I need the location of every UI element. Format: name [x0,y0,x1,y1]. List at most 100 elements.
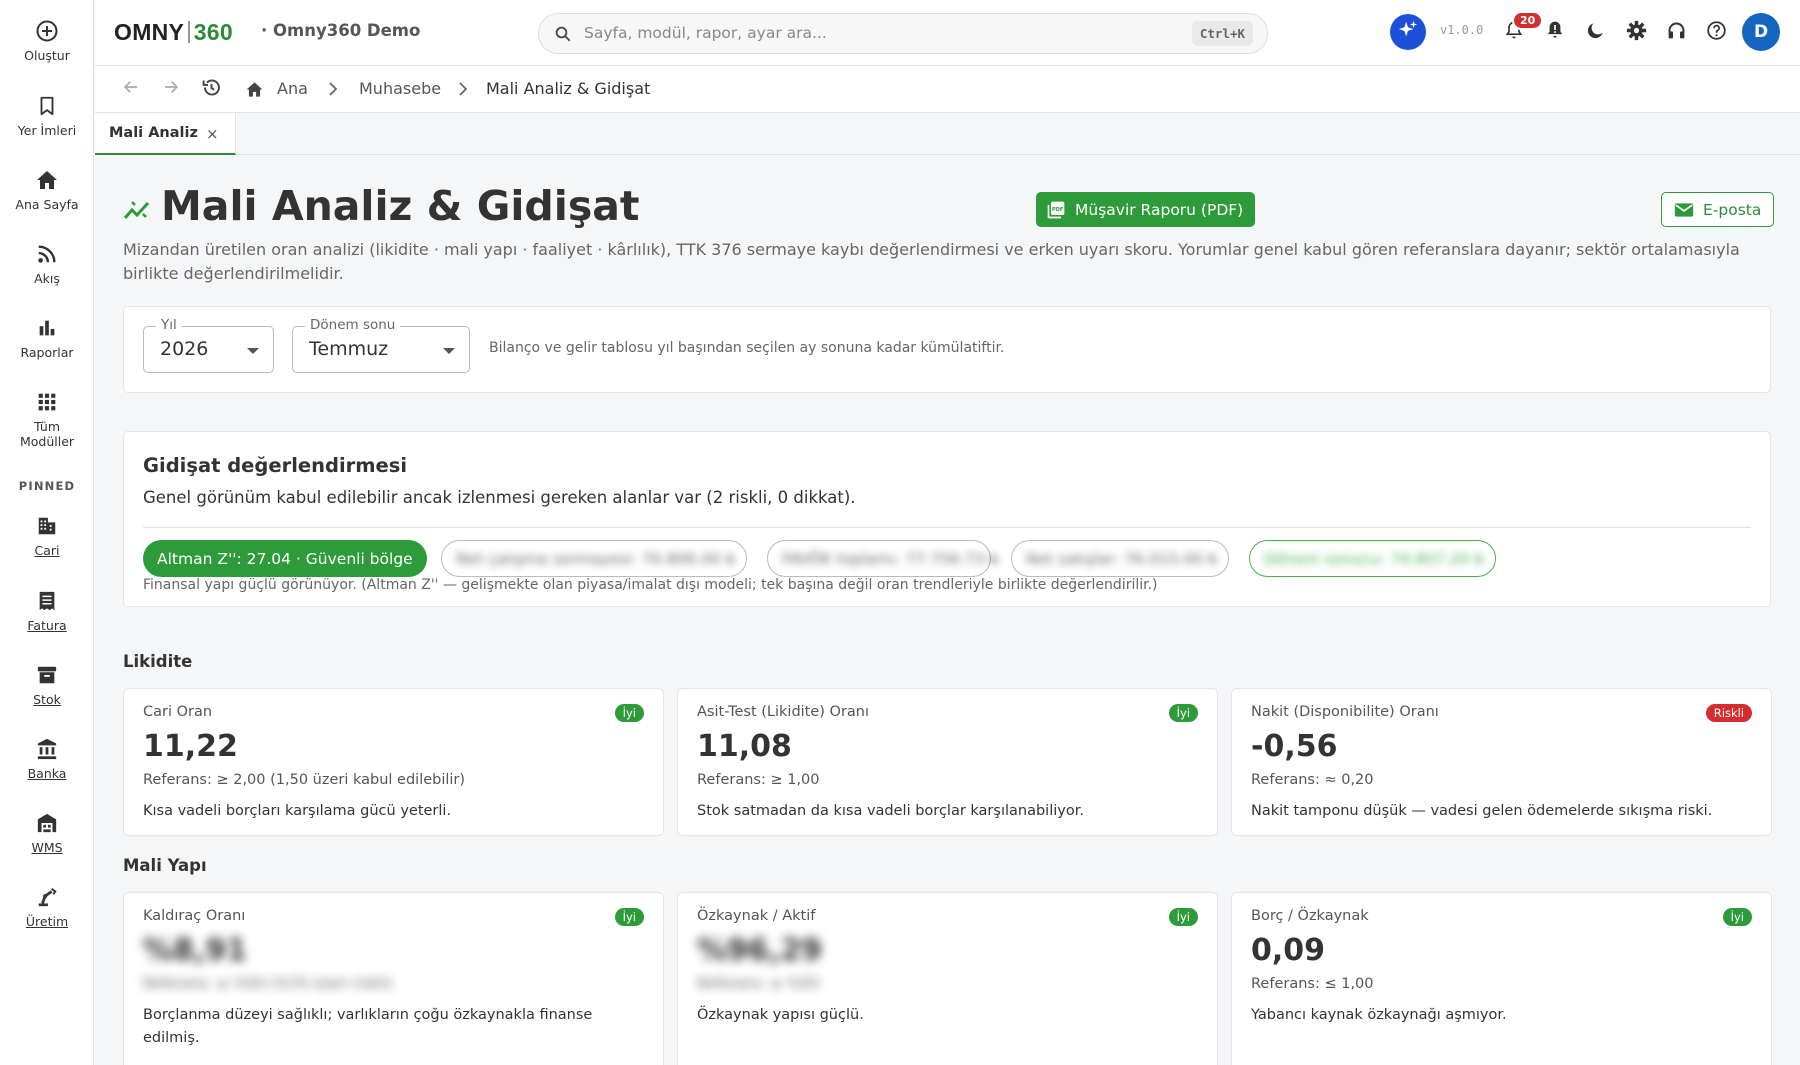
rail-item-create[interactable]: Oluştur [0,18,94,63]
ebitda-chip: FAVÖK toplamı: 77.756.73 ₺ [767,540,999,577]
rail-item-all-modules[interactable]: Tüm Modüller [0,389,94,449]
period-result-chip: Dönem sonucu: 74.807.20 ₺ [1249,540,1496,577]
help-button[interactable] [1704,20,1728,44]
forward-button[interactable] [160,78,182,100]
history-button[interactable] [200,78,222,100]
filter-note: Bilanço ve gelir tablosu yıl başından se… [489,340,1005,356]
bar-chart-icon [34,315,60,341]
close-icon[interactable]: × [206,125,219,143]
robot-arm-icon [34,884,60,910]
metric-reference: Referans: ≥ 1,00 [697,772,820,788]
email-button[interactable]: E-posta [1661,192,1775,227]
pdf-button-label: Müşavir Raporu (PDF) [1075,200,1244,219]
notification-count-badge: 20 [1512,11,1544,30]
tab-strip: Mali Analiz × [95,113,1800,155]
page-subtitle: Mizandan üretilen oran analizi (likidite… [123,240,1740,283]
rail-pinned-wms[interactable]: WMS [0,810,94,855]
metric-value: %8,91 [143,933,248,968]
rail-pinned-cari[interactable]: Cari [0,513,94,558]
status-badge: İyi [1168,704,1198,722]
breadcrumb-accounting[interactable]: Muhasebe [359,79,441,98]
back-button[interactable] [120,78,142,100]
assessment-card: Gidişat değerlendirmesi Genel görünüm ka… [123,431,1771,607]
breadcrumb-current: Mali Analiz & Gidişat [486,79,651,98]
gear-icon [1626,20,1647,45]
metric-name: Asit-Test (Likidite) Oranı [697,704,870,720]
chip-text: Altman Z'': 27.04 · Güvenli bölge [157,549,413,568]
search-shortcut: Ctrl+K [1191,21,1253,46]
rail-item-home[interactable]: Ana Sayfa [0,167,94,212]
rail-label: Cari [34,543,60,558]
advisor-report-pdf-button[interactable]: PDF Müşavir Raporu (PDF) [1036,192,1256,227]
divider [143,527,1751,528]
metric-card-acid-test: Asit-Test (Likidite) Oranı İyi 11,08 Ref… [677,688,1218,836]
rail-pinned-fatura[interactable]: Fatura [0,588,94,633]
metric-reference: Referans: ≤ %50 (%70 üzeri riskli) [143,976,393,992]
rail-item-reports[interactable]: Raporlar [0,315,94,360]
metric-value: 11,22 [143,729,238,764]
main-content: Mali Analiz & Gidişat PDF Müşavir Raporu… [95,156,1800,1065]
rail-pinned-banka[interactable]: Banka [0,736,94,781]
metric-value: 0,09 [1251,933,1326,968]
section-liquidity-title: Likidite [123,652,193,671]
rail-label: Oluştur [24,48,70,63]
sparkle-icon [1397,19,1419,45]
metric-card-equity-to-assets: Özkaynak / Aktif İyi %96,29 Referans: ≥ … [677,892,1218,1065]
archive-icon [34,662,60,688]
metric-card-current-ratio: Cari Oran İyi 11,22 Referans: ≥ 2,00 (1,… [123,688,664,836]
metric-comment: Nakit tamponu düşük — vadesi gelen ödeme… [1251,803,1713,819]
rail-item-bookmarks[interactable]: Yer İmleri [0,93,94,138]
metric-name: Kaldıraç Oranı [143,908,246,924]
metric-reference: Referans: ≥ %50 [697,976,820,992]
page-title: Mali Analiz & Gidişat [161,182,640,230]
bank-icon [34,736,60,762]
period-end-select[interactable]: Dönem sonu Temmuz [292,317,470,373]
metric-comment: Borçlanma düzeyi sağlıklı; varlıkların ç… [143,1007,593,1046]
plus-circle-icon [34,18,60,44]
chip-text: Net satışlar: 76.015.00 ₺ [1026,549,1218,568]
rail-label: Raporlar [20,345,74,360]
period-label: Dönem sonu [305,317,401,333]
top-bar: OMNY 360 · Omny360 Demo Sayfa, modül, rap… [95,0,1800,66]
warehouse-icon [34,810,60,836]
rail-label: Tüm Modüller [19,419,75,449]
status-badge: Riskli [1705,704,1752,722]
breadcrumb-home[interactable]: Ana [277,79,308,98]
pinned-header: PINNED [18,479,76,493]
metric-comment: Kısa vadeli borçları karşılama gücü yete… [143,803,452,819]
chevron-right-icon [457,81,469,101]
dropdown-arrow-icon [443,348,455,354]
bell-alert-icon [1545,19,1565,45]
rail-label: Banka [27,766,67,781]
logo-text: OMNY [114,19,185,45]
metric-value: %96,29 [697,933,822,968]
arrow-left-icon [122,78,140,100]
status-badge: İyi [614,908,644,926]
rss-icon [34,241,60,267]
assessment-note: Finansal yapı güçlü görünüyor. (Altman Z… [143,577,1158,593]
metric-card-cash-ratio: Nakit (Disponibilite) Oranı Riskli -0,56… [1231,688,1772,836]
working-capital-chip: Net çalışma sermayesi: 70.806.00 ₺ [441,540,747,577]
dark-mode-toggle[interactable] [1584,20,1608,44]
metric-comment: Yabancı kaynak özkaynağı aşmıyor. [1251,1007,1507,1023]
company-name[interactable]: · Omny360 Demo [261,21,420,40]
assessment-summary: Genel görünüm kabul edilebilir ancak izl… [143,488,856,507]
settings-button[interactable] [1624,20,1648,44]
rail-pinned-uretim[interactable]: Üretim [0,884,94,929]
metric-value: -0,56 [1251,729,1338,764]
app-logo[interactable]: OMNY 360 [114,19,233,46]
user-avatar[interactable]: D [1742,13,1780,51]
metric-reference: Referans: ≤ 1,00 [1251,976,1374,992]
year-select[interactable]: Yıl 2026 [143,317,274,373]
search-input[interactable]: Sayfa, modül, rapor, ayar ara... Ctrl+K [538,13,1268,54]
rail-item-feed[interactable]: Akış [0,241,94,286]
status-badge: İyi [1168,908,1198,926]
tab-mali-analiz[interactable]: Mali Analiz × [95,113,236,155]
year-label: Yıl [156,317,182,333]
grid-icon [34,389,60,415]
ai-assistant-button[interactable] [1390,14,1426,50]
alerts-button[interactable] [1543,20,1567,44]
rail-label: Akış [34,271,60,286]
rail-pinned-stok[interactable]: Stok [0,662,94,707]
support-button[interactable] [1664,20,1688,44]
